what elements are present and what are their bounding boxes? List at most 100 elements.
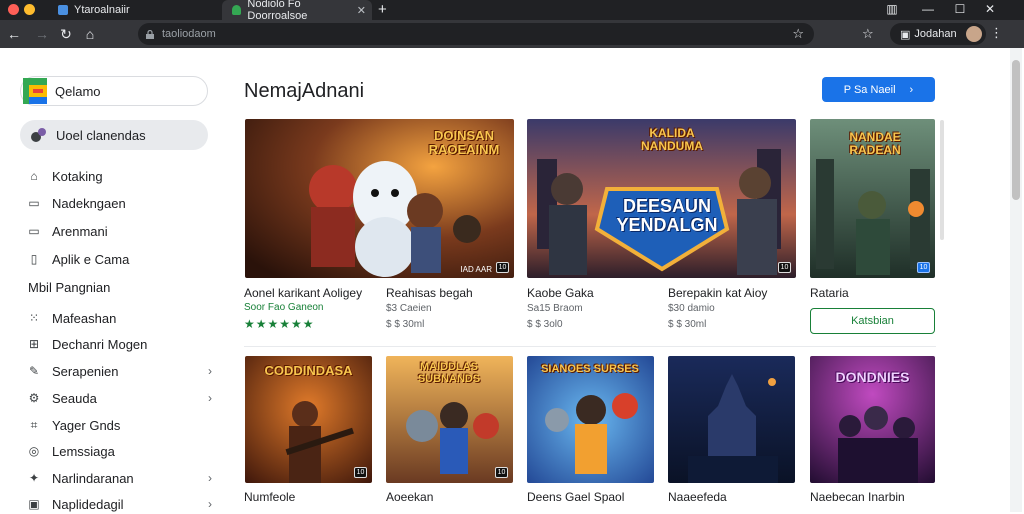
game-title-0[interactable]: Aonel karikant Aoligey bbox=[244, 286, 362, 300]
profile-button[interactable]: ▣ Jodahan bbox=[890, 23, 986, 45]
sidebar-item-label: Narlindaranan bbox=[52, 470, 134, 486]
game-title-3[interactable]: Berepakin kat Aioy bbox=[668, 286, 767, 300]
sidebar-item-label: Mafeashan bbox=[52, 310, 117, 326]
home-icon: ⌂ bbox=[30, 169, 38, 183]
compass-icon: ◎ bbox=[28, 444, 40, 458]
game-title-r2-0[interactable]: Numfeole bbox=[244, 490, 295, 504]
apps-icon: ⊞ bbox=[28, 337, 40, 351]
game-badge-icon: 10 bbox=[496, 262, 509, 273]
tag-icon: ⌗ bbox=[30, 417, 38, 432]
lock-icon bbox=[146, 29, 154, 39]
store-logo-text: Qelamo bbox=[55, 83, 101, 99]
sidebar-section-item-0[interactable]: ⁙ Mafeashan bbox=[26, 308, 212, 328]
bookmark-star-icon[interactable]: ☆ bbox=[792, 26, 804, 42]
game-art-title: SIANOES SURSES bbox=[541, 363, 639, 375]
address-text: taoliodaom bbox=[162, 28, 216, 40]
game-price-3: $ $ 30ml bbox=[668, 319, 707, 330]
sidebar-item-label: Dechanri Mogen bbox=[52, 336, 148, 352]
minimize-window-dot[interactable] bbox=[24, 4, 35, 15]
close-window-dot[interactable] bbox=[8, 4, 19, 15]
game-title-r2-4[interactable]: Naebecan Inarbin bbox=[810, 490, 905, 504]
sidebar-section-item-5[interactable]: ◎ Lemssiaga bbox=[26, 441, 212, 461]
game-title-1[interactable]: Reahisas begah bbox=[386, 286, 473, 300]
page-title: NemajAdnani bbox=[244, 80, 365, 102]
tab-search-icon[interactable]: ▥ bbox=[882, 2, 902, 16]
new-tab-icon[interactable]: + bbox=[378, 1, 387, 18]
tab-inactive[interactable]: Ytaroalnaiir bbox=[52, 0, 218, 20]
sidebar-item-label: Seauda bbox=[52, 390, 97, 406]
game-art-title: DOINSAN RAOEAINM bbox=[428, 128, 500, 157]
game-card-image-r2-1[interactable]: MAIDDLAS SUBNANDS 10 bbox=[386, 356, 513, 483]
tab-favicon-icon bbox=[58, 5, 68, 15]
game-title-r2-1[interactable]: Aoeekan bbox=[386, 490, 433, 504]
profile-name: Jodahan bbox=[914, 28, 957, 40]
close-tab-icon[interactable]: ✕ bbox=[357, 4, 366, 17]
sidebar-section-item-7[interactable]: ▣ Naplidedagil › bbox=[26, 494, 212, 514]
home-icon[interactable]: ⌂ bbox=[80, 24, 100, 44]
game-developer-2: Sa15 Braom bbox=[527, 303, 583, 314]
games-controller-icon bbox=[31, 128, 46, 142]
game-card-image-4[interactable]: NANDAE RADEAN 10 bbox=[810, 119, 935, 278]
game-price-1: $ $ 30ml bbox=[386, 319, 425, 330]
book-icon: ▭ bbox=[28, 196, 40, 210]
chevron-right-icon: › bbox=[208, 471, 212, 485]
reload-icon[interactable]: ↻ bbox=[56, 24, 76, 44]
sidebar-section-item-3[interactable]: ⚙ Seauda › bbox=[26, 388, 212, 408]
sidebar-section-item-6[interactable]: ✦ Narlindaranan › bbox=[26, 468, 212, 488]
game-card-image-2[interactable]: KALIDA NANDUMA DEESAUN YENDALGN 10 bbox=[527, 119, 796, 278]
close-window-icon[interactable]: ✕ bbox=[980, 2, 1000, 16]
game-art-title: KALIDA NANDUMA bbox=[641, 126, 703, 153]
store-logo-row[interactable]: Qelamo bbox=[20, 76, 208, 106]
menu-kebab-icon[interactable]: ⋮ bbox=[990, 25, 1003, 41]
page-scrollbar-thumb[interactable] bbox=[1012, 60, 1020, 200]
sidebar-item-1[interactable]: ▭ Nadekngaen bbox=[26, 193, 212, 213]
tv-icon: ▭ bbox=[28, 224, 40, 238]
sidebar-item-0[interactable]: ⌂ Kotaking bbox=[26, 166, 212, 186]
game-card-image-r2-0[interactable]: CODDINDASA 10 bbox=[245, 356, 372, 483]
game-art-title: NANDAE RADEAN bbox=[849, 130, 901, 157]
browser-toolbar: ← → ↻ ⌂ taoliodaom ☆ ☆ ▣ Jodahan ⋮ bbox=[0, 20, 1024, 48]
sidebar-item-2[interactable]: ▭ Arenmani bbox=[26, 221, 212, 241]
browser-tab-bar: Ytaroalnaiir Nodiolo Fo Doorroalsoe ✕ + … bbox=[0, 0, 1024, 22]
forward-icon[interactable]: → bbox=[32, 24, 52, 44]
back-icon[interactable]: ← bbox=[4, 24, 24, 44]
install-button[interactable]: Katsbian bbox=[810, 308, 935, 334]
maximize-icon[interactable]: ☐ bbox=[950, 2, 970, 16]
game-badge-icon: 10 bbox=[917, 262, 930, 273]
sidebar-section-item-1[interactable]: ⊞ Dechanri Mogen bbox=[26, 334, 212, 354]
pencil-icon: ✎ bbox=[28, 364, 40, 378]
sidebar-item-active[interactable]: Uoel clanendas bbox=[20, 120, 208, 150]
puzzle-icon: ✦ bbox=[28, 471, 40, 485]
game-title-4[interactable]: Rataria bbox=[810, 286, 849, 300]
game-developer-1: $3 Caeien bbox=[386, 303, 432, 314]
tab-active[interactable]: Nodiolo Fo Doorroalsoe ✕ bbox=[222, 0, 372, 22]
game-developer-3: $30 damio bbox=[668, 303, 715, 314]
game-corner-label: IAD AAR bbox=[460, 265, 492, 274]
minimize-icon[interactable]: — bbox=[918, 2, 938, 16]
sidebar-section-item-4[interactable]: ⌗ Yager Gnds bbox=[26, 415, 212, 435]
see-more-button[interactable]: P Sa Naeil › bbox=[822, 77, 935, 102]
store-logo-icon bbox=[23, 78, 47, 104]
profile-card-icon: ▣ bbox=[900, 28, 911, 41]
game-card-image-r2-4[interactable]: DONDNIES bbox=[810, 356, 935, 483]
game-title-r2-3[interactable]: Naaeefeda bbox=[668, 490, 727, 504]
game-card-image-r2-3[interactable] bbox=[668, 356, 795, 483]
game-card-image-0[interactable]: DOINSAN RAOEAINM IAD AAR 10 bbox=[245, 119, 514, 278]
sidebar-item-label: Serapenien bbox=[52, 363, 119, 379]
game-card-image-r2-2[interactable]: SIANOES SURSES bbox=[527, 356, 654, 483]
address-bar[interactable]: taoliodaom ☆ bbox=[138, 23, 814, 45]
sidebar-item-3[interactable]: ▯ Aplik e Cama bbox=[26, 249, 212, 269]
avatar bbox=[966, 26, 982, 42]
see-more-label: P Sa Naeil bbox=[843, 83, 896, 96]
game-title-2[interactable]: Kaobe Gaka bbox=[527, 286, 594, 300]
phone-icon: ▯ bbox=[30, 252, 38, 266]
game-art-title: CODDINDASA bbox=[264, 363, 353, 378]
game-developer-0: Soor Fao Ganeon bbox=[244, 302, 324, 313]
carousel-scrollbar[interactable] bbox=[940, 120, 944, 240]
game-title-r2-2[interactable]: Deens Gael Spaol bbox=[527, 490, 624, 504]
sidebar-section-item-2[interactable]: ✎ Serapenien › bbox=[26, 361, 212, 381]
sidebar-item-label: Arenmani bbox=[52, 223, 108, 239]
sidebar-item-label: Naplidedagil bbox=[52, 496, 124, 512]
monitor-icon: ▣ bbox=[28, 497, 40, 511]
bookmarks-icon[interactable]: ☆ bbox=[862, 26, 874, 42]
